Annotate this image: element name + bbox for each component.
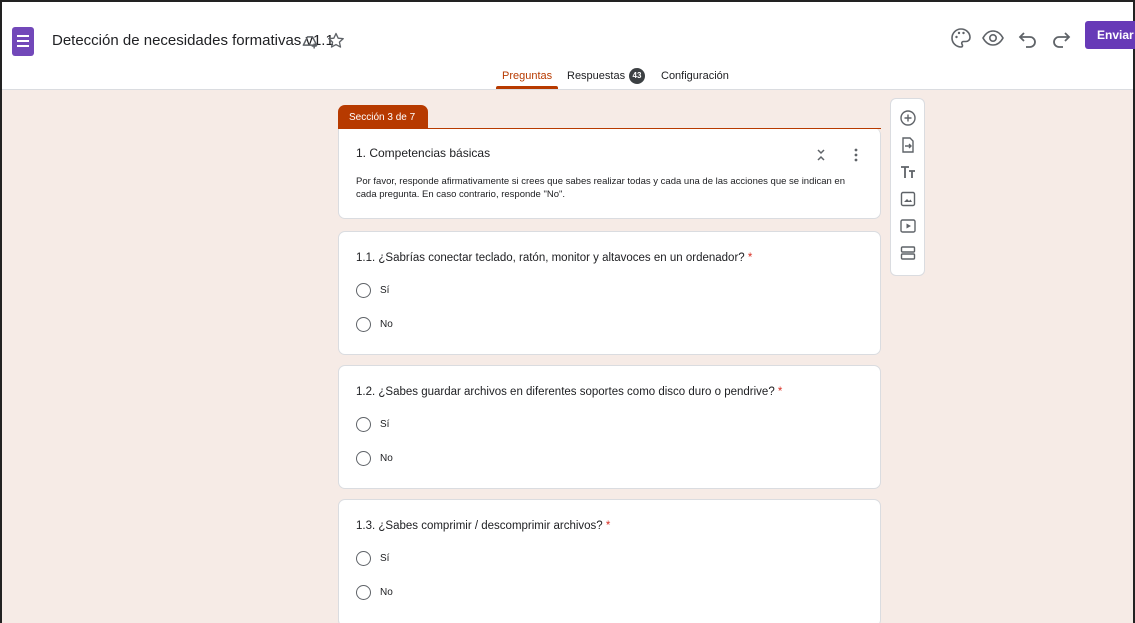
tab-settings[interactable]: Configuración	[661, 70, 729, 82]
required-asterisk: *	[777, 386, 783, 398]
palette-icon[interactable]	[949, 26, 973, 50]
preview-eye-icon[interactable]	[981, 26, 1005, 50]
required-asterisk: *	[747, 252, 753, 264]
redo-icon[interactable]	[1049, 26, 1073, 50]
floating-toolbar	[890, 98, 925, 276]
question-title-text: 1.2. ¿Sabes guardar archivos en diferent…	[356, 386, 775, 398]
question-card[interactable]: 1.1. ¿Sabrías conectar teclado, ratón, m…	[338, 231, 881, 355]
question-title-text: 1.1. ¿Sabrías conectar teclado, ratón, m…	[356, 252, 745, 264]
send-button[interactable]: Enviar	[1085, 21, 1135, 49]
import-questions-icon[interactable]	[899, 136, 917, 154]
document-title[interactable]: Detección de necesidades formativas v1.1	[52, 32, 334, 49]
question-title[interactable]: 1.1. ¿Sabrías conectar teclado, ratón, m…	[356, 252, 752, 264]
section-description[interactable]: Por favor, responde afirmativamente si c…	[356, 175, 856, 201]
radio-button[interactable]	[356, 585, 371, 600]
forms-logo-icon[interactable]	[12, 27, 34, 56]
add-question-icon[interactable]	[899, 109, 917, 127]
radio-button[interactable]	[356, 317, 371, 332]
radio-button[interactable]	[356, 451, 371, 466]
option-label: Sí	[380, 419, 390, 430]
tab-responses[interactable]: Respuestas	[567, 70, 625, 82]
required-asterisk: *	[605, 520, 611, 532]
responses-count-badge: 43	[629, 68, 645, 84]
add-image-icon[interactable]	[899, 190, 917, 208]
question-card[interactable]: 1.2. ¿Sabes guardar archivos en diferent…	[338, 365, 881, 489]
move-to-folder-icon[interactable]	[300, 31, 320, 51]
radio-button[interactable]	[356, 283, 371, 298]
collapse-section-icon[interactable]	[812, 146, 830, 164]
add-video-icon[interactable]	[899, 217, 917, 235]
tab-questions[interactable]: Preguntas	[502, 70, 552, 82]
active-tab-indicator	[496, 86, 558, 89]
option-label: No	[380, 453, 393, 464]
option-label: No	[380, 587, 393, 598]
question-title-text: 1.3. ¿Sabes comprimir / descomprimir arc…	[356, 520, 603, 532]
option-label: Sí	[380, 553, 390, 564]
add-section-icon[interactable]	[899, 244, 917, 262]
form-editor-canvas: Sección 3 de 7 1. Competencias básicas P…	[2, 90, 1133, 623]
question-title[interactable]: 1.3. ¿Sabes comprimir / descomprimir arc…	[356, 520, 610, 532]
section-indicator: Sección 3 de 7	[338, 105, 428, 129]
undo-icon[interactable]	[1016, 26, 1040, 50]
option-label: No	[380, 319, 393, 330]
section-header-card[interactable]: 1. Competencias básicas Por favor, respo…	[338, 128, 881, 219]
option-label: Sí	[380, 285, 390, 296]
question-title[interactable]: 1.2. ¿Sabes guardar archivos en diferent…	[356, 386, 782, 398]
radio-button[interactable]	[356, 417, 371, 432]
section-accent-bar	[338, 128, 881, 129]
top-bar: Detección de necesidades formativas v1.1…	[2, 2, 1135, 90]
more-vert-icon[interactable]	[847, 146, 865, 164]
radio-button[interactable]	[356, 551, 371, 566]
add-title-icon[interactable]	[899, 163, 917, 181]
star-icon[interactable]	[326, 31, 346, 51]
question-card[interactable]: 1.3. ¿Sabes comprimir / descomprimir arc…	[338, 499, 881, 623]
section-title[interactable]: 1. Competencias básicas	[356, 146, 490, 160]
